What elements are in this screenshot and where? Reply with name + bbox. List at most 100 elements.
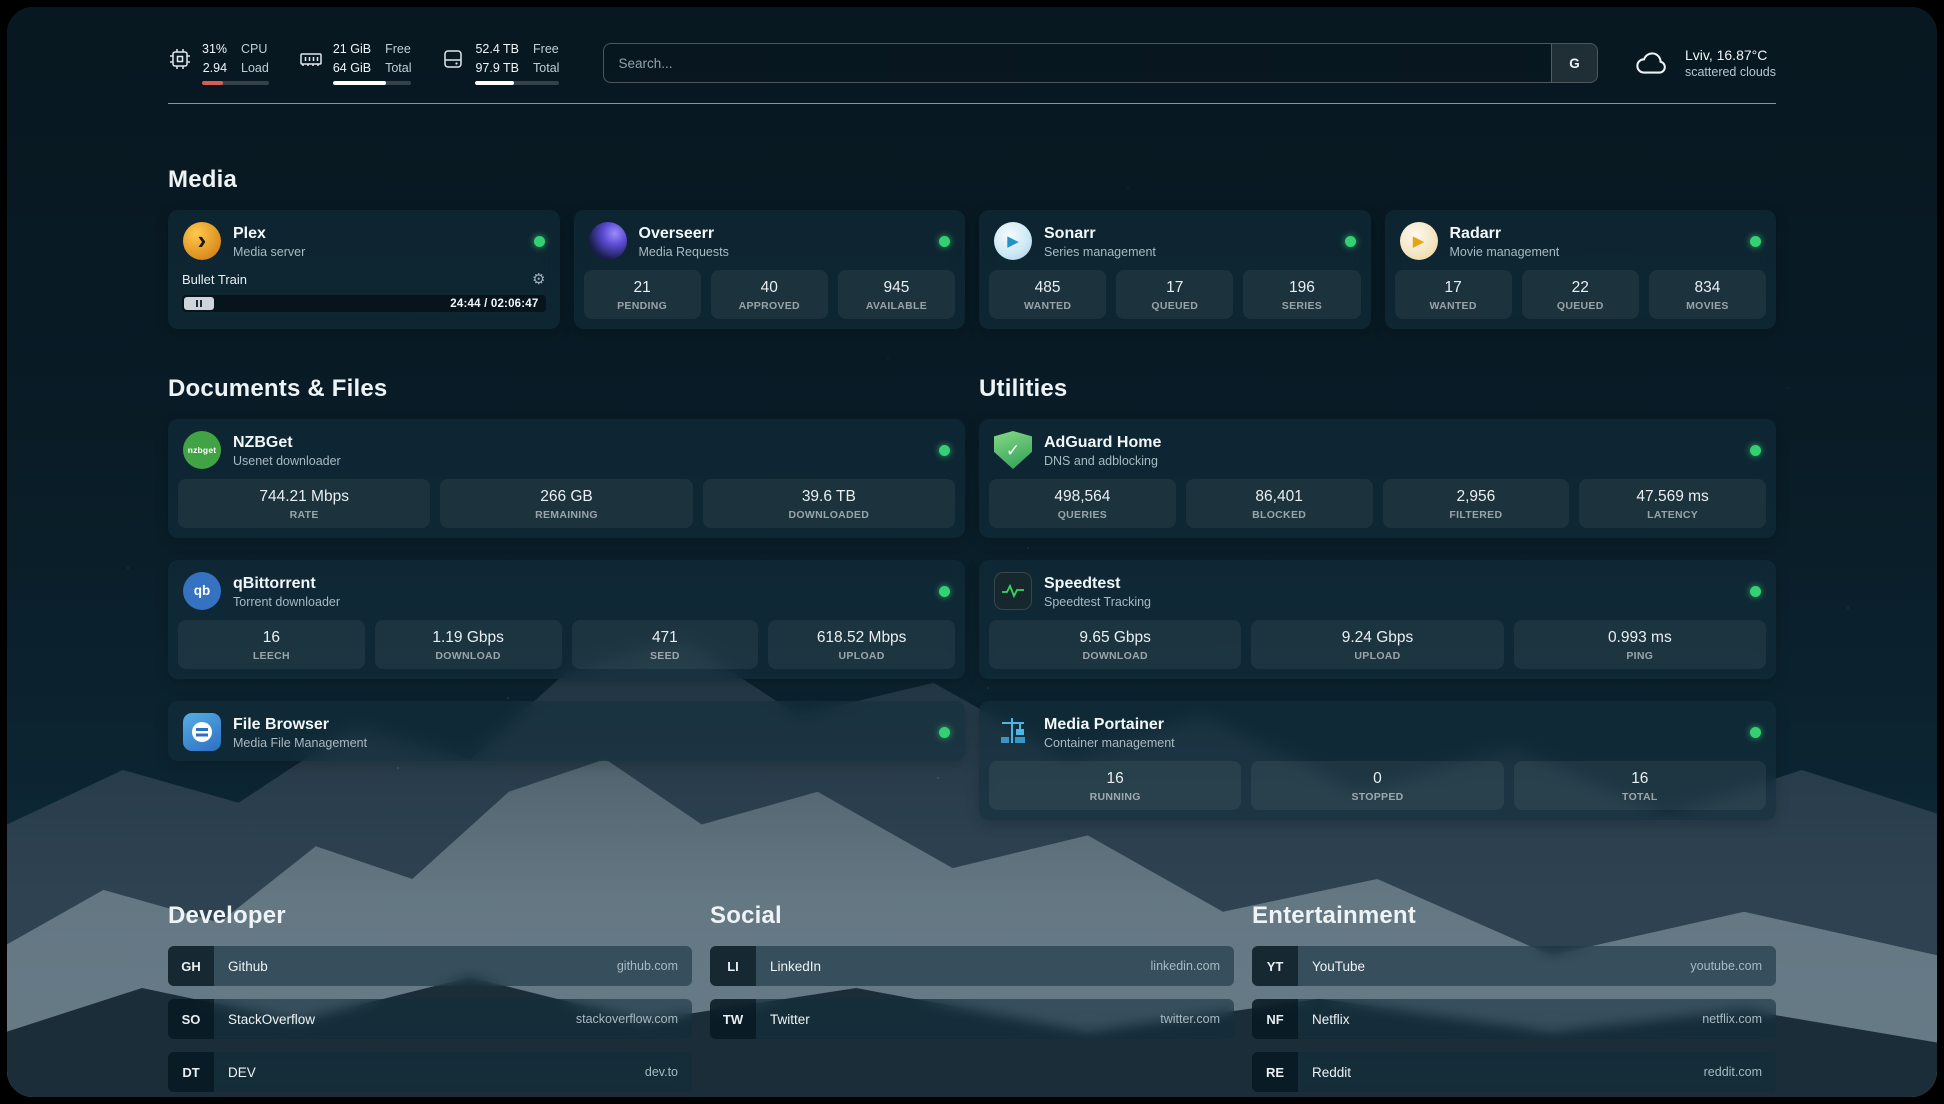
service-card-plex[interactable]: › Plex Media server Bullet Train ⚙	[168, 210, 560, 329]
stat-value: 1.19 Gbps	[379, 629, 558, 647]
stat-value: 266 GB	[444, 488, 688, 506]
stat-box: 266 GB REMAINING	[440, 479, 692, 528]
bookmark-dev[interactable]: DT DEV dev.to	[168, 1052, 692, 1092]
stat-value: 834	[1653, 279, 1762, 297]
memory-usage-bar	[333, 81, 412, 85]
bookmark-name: LinkedIn	[770, 959, 821, 974]
bookmark-name: DEV	[228, 1065, 256, 1080]
memory-total-value: 64 GiB	[333, 60, 371, 78]
qbittorrent-icon: qb	[183, 572, 221, 610]
bookmark-abbr: SO	[168, 999, 214, 1039]
app-window: 31% CPU 2.94 Load	[0, 0, 1944, 1104]
portainer-crane-icon	[994, 713, 1032, 751]
stat-box: 498,564 QUERIES	[989, 479, 1176, 528]
stat-value: 86,401	[1190, 488, 1369, 506]
settings-gear-icon[interactable]: ⚙	[532, 270, 545, 288]
service-name: Media Portainer	[1044, 715, 1175, 735]
disk-icon	[441, 47, 465, 71]
bookmark-stackoverflow[interactable]: SO StackOverflow stackoverflow.com	[168, 999, 692, 1039]
status-dot	[939, 445, 950, 456]
cpu-label-1: CPU	[241, 41, 269, 59]
section-title-entertainment: Entertainment	[1252, 902, 1776, 930]
status-dot	[1345, 236, 1356, 247]
service-name: qBittorrent	[233, 574, 340, 594]
service-card-adguard[interactable]: ✓ AdGuard Home DNS and adblocking 498,56…	[979, 419, 1776, 538]
bookmark-youtube[interactable]: YT YouTube youtube.com	[1252, 946, 1776, 986]
memory-free-value: 21 GiB	[333, 41, 371, 59]
bookmark-group-developer: Developer GH Github github.com SO StackO…	[168, 902, 692, 1097]
service-card-qbittorrent[interactable]: qb qBittorrent Torrent downloader 16 LEE…	[168, 560, 965, 679]
service-card-overseerr[interactable]: Overseerr Media Requests 21 PENDING 40 A…	[574, 210, 966, 329]
playback-progress-bar[interactable]: 24:44 / 02:06:47	[182, 295, 546, 312]
service-name: File Browser	[233, 715, 367, 735]
status-dot	[1750, 445, 1761, 456]
stat-box: 744.21 Mbps RATE	[178, 479, 430, 528]
stat-label: REMAINING	[444, 509, 688, 521]
adguard-shield-icon: ✓	[994, 431, 1032, 469]
playback-time: 24:44 / 02:06:47	[450, 298, 538, 310]
stat-value: 9.65 Gbps	[993, 629, 1237, 647]
stat-value: 9.24 Gbps	[1255, 629, 1499, 647]
stat-label: LATENCY	[1583, 509, 1762, 521]
stat-box: 39.6 TB DOWNLOADED	[703, 479, 955, 528]
stat-label: DOWNLOAD	[379, 650, 558, 662]
service-card-radarr[interactable]: ▶ Radarr Movie management 17 WANTED	[1385, 210, 1777, 329]
cloud-icon	[1632, 48, 1672, 78]
service-card-filebrowser[interactable]: File Browser Media File Management	[168, 701, 965, 761]
bookmark-linkedin[interactable]: LI LinkedIn linkedin.com	[710, 946, 1234, 986]
bookmark-name: Netflix	[1312, 1012, 1350, 1027]
search-provider-button[interactable]: G	[1551, 44, 1597, 82]
service-subtitle: Movie management	[1450, 245, 1560, 259]
stat-box: 47.569 ms LATENCY	[1579, 479, 1766, 528]
bookmark-url: github.com	[617, 959, 678, 973]
service-name: Sonarr	[1044, 224, 1156, 244]
weather-widget: Lviv, 16.87°C scattered clouds	[1632, 47, 1776, 79]
bookmark-url: linkedin.com	[1151, 959, 1220, 973]
disk-label-2: Total	[533, 60, 559, 78]
cpu-widget: 31% CPU 2.94 Load	[168, 41, 269, 85]
stat-value: 945	[842, 279, 951, 297]
disk-total-value: 97.9 TB	[475, 60, 519, 78]
cpu-usage-bar	[202, 81, 269, 85]
stat-label: AVAILABLE	[842, 300, 951, 312]
service-card-nzbget[interactable]: nzbget NZBGet Usenet downloader 744.21 M…	[168, 419, 965, 538]
service-name: NZBGet	[233, 433, 341, 453]
bookmark-github[interactable]: GH Github github.com	[168, 946, 692, 986]
top-bar: 31% CPU 2.94 Load	[168, 41, 1776, 85]
search-input[interactable]	[604, 44, 1551, 82]
service-subtitle: Container management	[1044, 736, 1175, 750]
pause-icon[interactable]	[184, 297, 214, 310]
dashboard-screen: 31% CPU 2.94 Load	[7, 7, 1937, 1097]
memory-widget: 21 GiB Free 64 GiB Total	[299, 41, 412, 85]
now-playing-title: Bullet Train	[182, 272, 247, 287]
bookmark-url: twitter.com	[1160, 1012, 1220, 1026]
bookmark-url: reddit.com	[1704, 1065, 1762, 1079]
cpu-label-2: Load	[241, 60, 269, 78]
stat-box: 471 SEED	[572, 620, 759, 669]
stat-value: 17	[1399, 279, 1508, 297]
bookmark-url: netflix.com	[1702, 1012, 1762, 1026]
bookmark-name: Reddit	[1312, 1065, 1351, 1080]
overseerr-icon	[589, 222, 627, 260]
stat-box: 17 WANTED	[1395, 270, 1512, 319]
stat-box: 618.52 Mbps UPLOAD	[768, 620, 955, 669]
section-title-developer: Developer	[168, 902, 692, 930]
service-card-portainer[interactable]: Media Portainer Container management 16 …	[979, 701, 1776, 820]
stat-box: 21 PENDING	[584, 270, 701, 319]
bookmark-netflix[interactable]: NF Netflix netflix.com	[1252, 999, 1776, 1039]
weather-location: Lviv, 16.87°C	[1685, 47, 1776, 63]
stat-value: 16	[182, 629, 361, 647]
bookmark-twitter[interactable]: TW Twitter twitter.com	[710, 999, 1234, 1039]
bookmark-reddit[interactable]: RE Reddit reddit.com	[1252, 1052, 1776, 1092]
sonarr-icon: ▶	[994, 222, 1032, 260]
service-card-speedtest[interactable]: Speedtest Speedtest Tracking 9.65 Gbps D…	[979, 560, 1776, 679]
radarr-icon: ▶	[1400, 222, 1438, 260]
stat-box: 485 WANTED	[989, 270, 1106, 319]
speedtest-icon	[994, 572, 1032, 610]
stat-label: RATE	[182, 509, 426, 521]
stat-label: RUNNING	[993, 791, 1237, 803]
stat-value: 16	[1518, 770, 1762, 788]
stat-label: UPLOAD	[1255, 650, 1499, 662]
stat-label: QUEUED	[1120, 300, 1229, 312]
service-card-sonarr[interactable]: ▶ Sonarr Series management 485 WANTED	[979, 210, 1371, 329]
